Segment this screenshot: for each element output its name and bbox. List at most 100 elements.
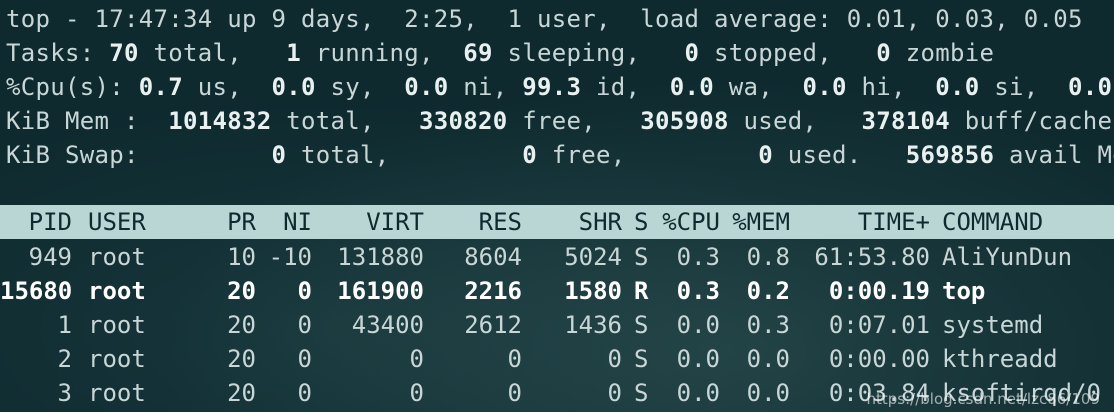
col-res[interactable]: RES [430,205,522,239]
cell-pr: 20 [227,277,256,305]
cell-command: kthreadd [942,345,1058,373]
col-mem[interactable]: %MEM [724,205,790,239]
tasks-sleeping-text: sleeping, [492,39,685,67]
cpu-wa-text: wa, [714,73,803,101]
cell-shr: 1436 [564,311,622,339]
swap-total-text: total, [286,141,523,169]
mem-label: KiB Mem : [6,107,169,135]
cell-time: 0:00.19 [828,277,930,305]
table-row[interactable]: 15680 root 20 0 161900 2216 1580 R 0.3 0.2 0:00.19… [0,274,1114,308]
cell-user: root [88,243,146,271]
cell-ni: -10 [268,243,312,271]
swap-avail: 569856 [905,141,995,169]
cpu-ni: 0.0 [404,73,449,101]
col-cpu[interactable]: %CPU [656,205,720,239]
mem-line: KiB Mem : 1014832 total, 330820 free, 30… [6,104,1112,138]
cell-pid: 2 [57,345,72,373]
swap-used-text: used. [773,141,906,169]
cell-command: systemd [942,311,1044,339]
cpu-si-text: si, [979,73,1068,101]
col-ni[interactable]: NI [262,205,312,239]
cpu-us-text: us, [183,73,272,101]
cell-virt: 131880 [337,243,424,271]
cell-virt: 0 [409,379,424,407]
cell-cpu: 0.0 [676,379,720,407]
cell-state: S [634,311,649,339]
cell-res: 2612 [464,311,522,339]
tasks-total-text: total, [138,39,287,67]
cell-mem: 0.0 [746,379,790,407]
cell-mem: 0.3 [746,311,790,339]
cell-state: R [634,277,649,305]
swap-free-text: free, [537,141,759,169]
cell-time: 0:00.00 [828,345,930,373]
cell-user: root [88,277,146,305]
cell-pid: 1 [57,311,72,339]
cell-user: root [88,311,146,339]
cpu-id: 99.3 [522,73,582,101]
cell-time: 61:53.80 [814,243,930,271]
cpu-st: 0.0 [1068,73,1113,101]
table-row[interactable]: 949 root 10 -10 131880 8604 5024 S 0.3 0.8 61:53.8… [0,240,1114,274]
cell-ni: 0 [297,311,312,339]
table-row[interactable]: 2 root 20 0 0 0 0 S 0.0 0.0 0:00.00 kthreadd [0,342,1114,376]
process-table-header: PID USER PR NI VIRT RES SHR S %CPU %MEM … [0,205,1114,239]
cpu-line: %Cpu(s): 0.7 us, 0.0 sy, 0.0 ni, 99.3 id… [6,70,1114,104]
swap-label: KiB Swap: [6,141,272,169]
col-pid[interactable]: PID [0,205,72,239]
cell-time: 0:07.01 [828,311,930,339]
cell-shr: 5024 [564,243,622,271]
cell-cpu: 0.3 [676,277,720,305]
cell-pr: 20 [227,345,256,373]
col-pr[interactable]: PR [200,205,256,239]
cell-res: 2216 [464,277,522,305]
swap-avail-text: avail Mem [1008,141,1114,169]
cell-command: top [942,277,986,305]
cell-ni: 0 [297,345,312,373]
mem-free-text: free, [507,107,641,135]
mem-used: 305908 [640,107,729,135]
cell-ni: 0 [297,277,312,305]
tasks-line: Tasks: 70 total, 1 running, 69 sleeping,… [6,36,994,70]
cell-cpu: 0.0 [676,311,720,339]
table-row[interactable]: 1 root 20 0 43400 2612 1436 S 0.0 0.3 0:07.01 syste… [0,308,1114,342]
swap-used: 0 [758,141,773,169]
cell-mem: 0.0 [746,345,790,373]
col-command[interactable]: COMMAND [942,205,1112,239]
cell-shr: 1580 [564,277,622,305]
cell-user: root [88,345,146,373]
col-virt[interactable]: VIRT [320,205,424,239]
cell-mem: 0.8 [746,243,790,271]
cell-pr: 10 [227,243,256,271]
cell-mem: 0.2 [746,277,790,305]
col-shr[interactable]: SHR [530,205,622,239]
col-user[interactable]: USER [88,205,188,239]
tasks-running: 1 [286,39,301,67]
terminal-window[interactable]: top - 17:47:34 up 9 days, 2:25, 1 user, … [0,0,1114,412]
cell-pid: 3 [57,379,72,407]
cell-pid: 949 [28,243,72,271]
mem-cache-text: buff/cache [950,107,1113,135]
cpu-label: %Cpu(s): [6,73,139,101]
cell-state: S [634,379,649,407]
mem-used-text: used, [728,107,862,135]
cell-shr: 0 [607,345,622,373]
watermark: https://blog.csdn.net/lzc86/109 [866,390,1100,408]
cpu-wa: 0.0 [669,73,714,101]
tasks-zombie-text: zombie [891,39,995,67]
cell-ni: 0 [297,379,312,407]
cell-res: 0 [507,379,522,407]
tasks-zombie: 0 [876,39,891,67]
cell-user: root [88,379,146,407]
col-time[interactable]: TIME+ [800,205,930,239]
tasks-total: 70 [109,39,139,67]
mem-free: 330820 [419,107,508,135]
tasks-stopped-text: stopped, [699,39,877,67]
cpu-hi: 0.0 [802,73,847,101]
cell-cpu: 0.3 [676,243,720,271]
cell-res: 8604 [464,243,522,271]
swap-line: KiB Swap: 0 total, 0 free, 0 used. 56985… [6,138,1114,172]
tasks-stopped: 0 [684,39,700,67]
swap-total: 0 [271,141,287,169]
col-state[interactable]: S [634,205,654,239]
